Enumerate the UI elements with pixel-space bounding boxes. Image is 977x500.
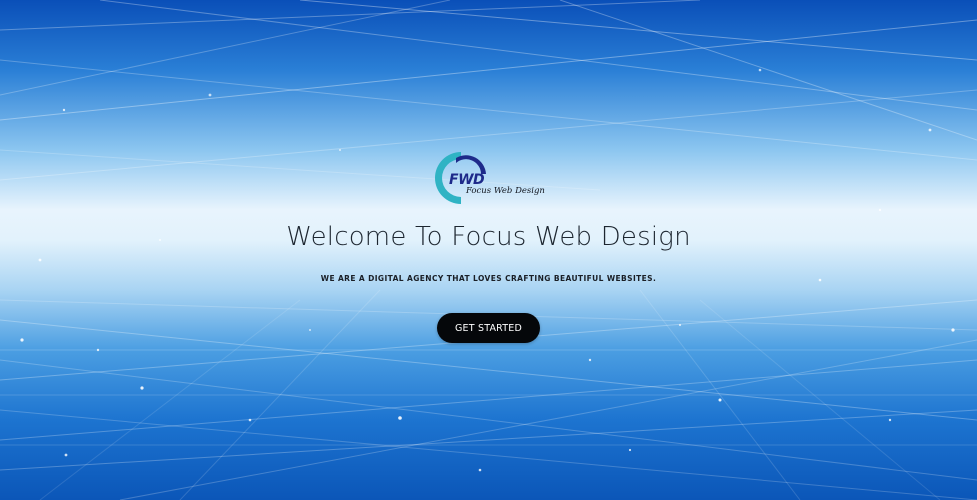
hero-content: FWD Focus Web Design Welcome To Focus We… <box>0 0 977 500</box>
logo-brand-name: Focus Web Design <box>465 186 545 196</box>
fwd-logo-icon: FWD Focus Web Design <box>435 152 545 204</box>
page-title: Welcome To Focus Web Design <box>286 222 691 252</box>
get-started-button[interactable]: GET STARTED <box>437 313 540 343</box>
tagline: WE ARE A DIGITAL AGENCY THAT LOVES CRAFT… <box>320 274 657 283</box>
hero-section: FWD Focus Web Design Welcome To Focus We… <box>0 0 977 500</box>
brand-logo[interactable]: FWD Focus Web Design <box>428 146 553 210</box>
